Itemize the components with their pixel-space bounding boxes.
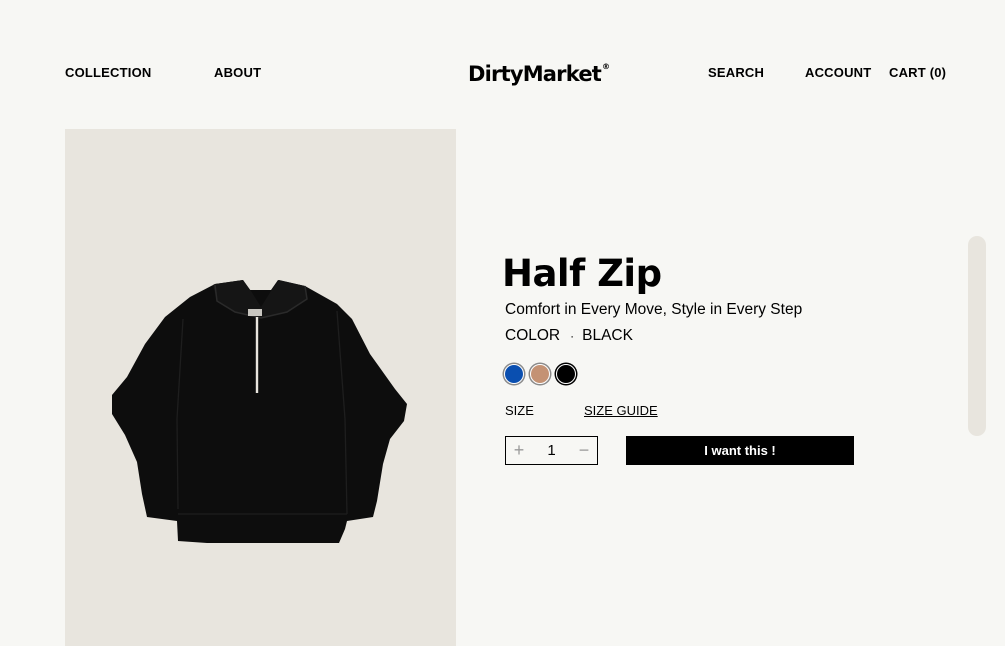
registered-mark: ® — [602, 62, 611, 71]
minus-icon[interactable]: − — [571, 437, 597, 464]
nav-cart-link[interactable]: CART (0) — [889, 65, 946, 80]
quantity-value[interactable]: 1 — [547, 442, 555, 459]
product-title: Half Zip — [502, 252, 662, 295]
add-to-cart-button[interactable]: I want this ! — [626, 436, 854, 465]
color-swatches — [504, 364, 576, 384]
size-label: SIZE — [505, 403, 534, 418]
black-half-zip-sweatshirt-icon — [112, 280, 407, 543]
size-guide-link[interactable]: SIZE GUIDE — [584, 403, 658, 418]
color-label: COLOR — [505, 327, 561, 344]
swatch-black[interactable] — [556, 364, 576, 384]
color-separator: · — [570, 329, 575, 343]
swatch-blue[interactable] — [504, 364, 524, 384]
color-row: COLOR · BLACK — [505, 327, 633, 345]
quantity-stepper: + 1 − — [505, 436, 598, 465]
plus-icon[interactable]: + — [506, 437, 532, 464]
product-page: COLLECTION ABOUT DirtyMarket® SEARCH ACC… — [0, 0, 1005, 646]
site-logo[interactable]: DirtyMarket® — [468, 62, 610, 86]
scrollbar-thumb[interactable] — [968, 236, 986, 436]
nav-about-link[interactable]: ABOUT — [214, 65, 261, 80]
nav-account-link[interactable]: ACCOUNT — [805, 65, 871, 80]
product-image-panel — [65, 129, 456, 646]
swatch-tan[interactable] — [530, 364, 550, 384]
logo-text: DirtyMarket — [468, 62, 602, 86]
color-value: BLACK — [582, 327, 633, 344]
product-subtitle: Comfort in Every Move, Style in Every St… — [505, 301, 803, 318]
nav-search-link[interactable]: SEARCH — [708, 65, 764, 80]
nav-collection-link[interactable]: COLLECTION — [65, 65, 152, 80]
